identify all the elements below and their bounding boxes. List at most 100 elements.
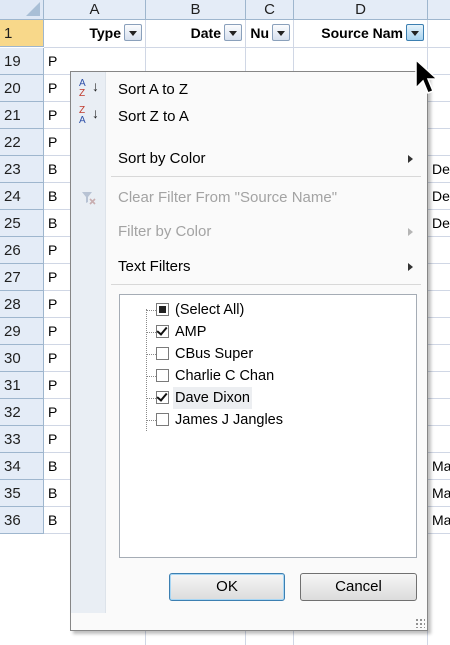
menu-label-sort-by-color: Sort by Color [118,150,206,167]
row-header-25[interactable]: 25 [0,210,44,237]
filter-item-checkbox[interactable] [156,303,169,316]
row-header-29[interactable]: 29 [0,318,44,345]
table-header-row: Type Date Nu Source Nam [44,20,450,48]
filter-dropdown-date[interactable] [224,24,242,41]
cell-a-24[interactable]: B [48,188,57,204]
tree-branch [146,398,156,399]
cell-a-34[interactable]: B [48,458,57,474]
filter-item-label: Dave Dixon [173,387,252,409]
filter-item-checkbox[interactable] [156,413,169,426]
menu-separator [111,284,421,285]
filter-item-checkbox[interactable] [156,369,169,382]
menu-label-text-filters: Text Filters [118,258,191,275]
cell-a-23[interactable]: B [48,161,57,177]
cancel-button[interactable]: Cancel [300,573,417,601]
menu-item-sort-z-to-a[interactable]: Z A ↓ Sort Z to A [71,103,427,130]
cell-e-25[interactable]: De [432,215,450,231]
filter-item-label: James J Jangles [175,412,283,428]
row-header-26[interactable]: 26 [0,237,44,264]
autofilter-menu: A Z ↓ Sort A to Z Z A ↓ Sort Z to A Sort… [70,71,428,631]
row-header-32[interactable]: 32 [0,399,44,426]
menu-label-clear-filter: Clear Filter From "Source Name" [118,189,338,206]
row-header-24[interactable]: 24 [0,183,44,210]
cell-a-29[interactable]: P [48,323,57,339]
cell-a-32[interactable]: P [48,404,57,420]
filter-item-checkbox[interactable] [156,347,169,360]
cell-e-34[interactable]: Ma [432,458,450,474]
select-all-corner[interactable] [0,0,44,20]
column-header-a[interactable]: A [44,0,146,20]
cell-e-24[interactable]: De [432,188,450,204]
header-cell-source-name[interactable]: Source Nam [294,20,428,47]
tree-connector [146,309,147,431]
menu-item-filter-by-color: Filter by Color [71,218,427,245]
menu-item-text-filters[interactable]: Text Filters [71,253,427,280]
cell-a-36[interactable]: B [48,512,57,528]
row-header-30[interactable]: 30 [0,345,44,372]
mouse-pointer-icon [415,58,439,94]
row-header-31[interactable]: 31 [0,372,44,399]
menu-label-sort-z-to-a: Sort Z to A [118,108,189,125]
header-label-type: Type [89,25,121,41]
cell-a-27[interactable]: P [48,269,57,285]
header-label-source-name: Source Nam [321,25,403,41]
row-header-28[interactable]: 28 [0,291,44,318]
menu-item-clear-filter: Clear Filter From "Source Name" [71,184,427,211]
row-header-33[interactable]: 33 [0,426,44,453]
row-header-23[interactable]: 23 [0,156,44,183]
row-header-35[interactable]: 35 [0,480,44,507]
cell-e-36[interactable]: Ma [432,512,450,528]
menu-label-sort-a-to-z: Sort A to Z [118,81,189,98]
down-arrow-icon: ↓ [92,78,99,94]
clear-filter-icon [82,192,96,205]
menu-separator [111,176,421,177]
cell-e-23[interactable]: De [432,161,450,177]
cell-a-19[interactable]: P [48,53,57,69]
column-header-e[interactable] [428,0,450,20]
cell-a-31[interactable]: P [48,377,57,393]
cell-e-35[interactable]: Ma [432,485,450,501]
cell-a-30[interactable]: P [48,350,57,366]
row-header-19[interactable]: 19 [0,48,44,75]
cell-a-25[interactable]: B [48,215,57,231]
column-header-b[interactable]: B [146,0,246,20]
submenu-arrow-icon [408,155,413,163]
header-label-date: Date [190,25,221,41]
row-header-34[interactable]: 34 [0,453,44,480]
row-header-20[interactable]: 20 [0,75,44,102]
filter-dropdown-number[interactable] [272,24,290,41]
row-header-1[interactable]: 1 [0,20,44,47]
row-header-21[interactable]: 21 [0,102,44,129]
header-cell-date[interactable]: Date [146,20,246,47]
resize-grip-icon[interactable] [415,618,425,628]
filter-item-checkbox[interactable] [156,325,169,338]
cell-a-26[interactable]: P [48,242,57,258]
row-header-22[interactable]: 22 [0,129,44,156]
filter-dropdown-type[interactable] [124,24,142,41]
cell-a-20[interactable]: P [48,80,57,96]
filter-values-list[interactable]: (Select All) AMP CBus Super Charlie C Chan D… [119,294,417,558]
row-header-27[interactable]: 27 [0,264,44,291]
filter-item-checkbox[interactable] [156,391,169,404]
cell-a-35[interactable]: B [48,485,57,501]
cell-a-28[interactable]: P [48,296,57,312]
header-cell-type[interactable]: Type [44,20,146,47]
cell-a-21[interactable]: P [48,107,57,123]
menu-item-sort-a-to-z[interactable]: A Z ↓ Sort A to Z [71,76,427,103]
header-cell-number[interactable]: Nu [246,20,294,47]
down-arrow-icon: ↓ [92,105,99,121]
filter-dropdown-source-name[interactable] [406,24,424,41]
submenu-arrow-icon [408,228,413,236]
column-header-c[interactable]: C [246,0,294,20]
tree-branch [146,332,156,333]
tree-branch [146,376,156,377]
filter-item-label: AMP [175,324,207,340]
ok-button[interactable]: OK [169,573,285,601]
row-header-36[interactable]: 36 [0,507,44,534]
corner-triangle-icon [26,2,40,16]
cell-a-33[interactable]: P [48,431,57,447]
filter-item-label: (Select All) [175,302,245,318]
menu-item-sort-by-color[interactable]: Sort by Color [71,145,427,172]
cell-a-22[interactable]: P [48,134,57,150]
column-header-d[interactable]: D [294,0,428,20]
